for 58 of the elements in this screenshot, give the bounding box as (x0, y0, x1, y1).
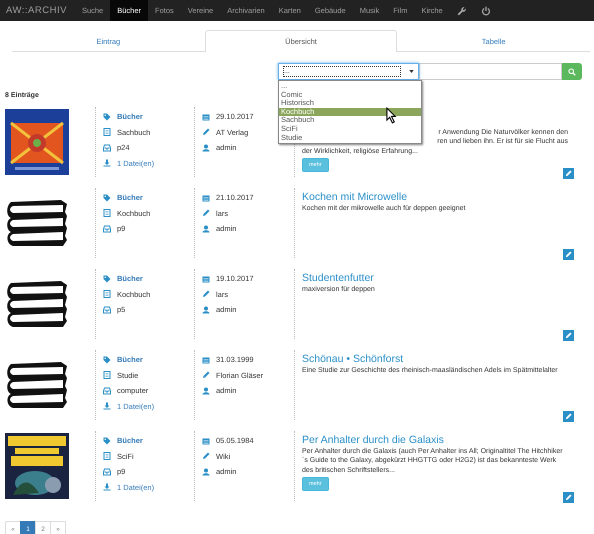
power-icon[interactable] (480, 6, 491, 16)
calendar-icon (202, 194, 210, 202)
books-icon (5, 279, 69, 329)
inbox-icon (103, 386, 111, 395)
edit-button[interactable] (563, 249, 574, 260)
search-field[interactable] (419, 63, 562, 80)
book-icon (103, 290, 111, 298)
pencil-icon (565, 251, 572, 258)
download-icon (103, 483, 111, 492)
calendar-icon (202, 356, 210, 364)
edit-button[interactable] (563, 492, 574, 503)
book-icon (103, 128, 111, 136)
tag-icon (103, 112, 111, 121)
brand-logo[interactable]: AW::ARCHIV (6, 5, 67, 16)
user-icon (202, 306, 210, 314)
books-icon (5, 360, 69, 410)
wrench-icon[interactable] (456, 6, 467, 16)
user-icon (202, 224, 210, 233)
book-icon (103, 452, 111, 460)
book-icon (103, 371, 111, 380)
caret-icon (409, 70, 414, 73)
tag-icon (103, 356, 111, 364)
pencil-icon (565, 332, 572, 339)
cursor-icon (386, 107, 397, 124)
pencil-icon (202, 452, 210, 460)
calendar-icon (202, 274, 210, 283)
user-icon (202, 468, 210, 476)
edit-button[interactable] (563, 330, 574, 341)
user-icon (202, 386, 210, 395)
entry-title[interactable]: Per Anhalter durch die Galaxis (302, 433, 568, 447)
user-icon (202, 144, 210, 152)
entry-title[interactable]: Schönau • Schönforst (302, 352, 568, 366)
search-button[interactable] (562, 63, 582, 80)
pencil-icon (202, 128, 210, 136)
download-icon (103, 159, 111, 168)
inbox-icon (103, 306, 111, 314)
calendar-icon (202, 436, 210, 445)
pencil-icon (202, 209, 210, 218)
tag-icon (103, 274, 111, 283)
edit-button[interactable] (563, 168, 574, 179)
entry-title[interactable]: Kochen mit Microwelle (302, 190, 568, 204)
books-icon (5, 198, 69, 248)
pencil-icon (565, 494, 572, 501)
calendar-icon (202, 112, 210, 121)
edit-button[interactable] (563, 411, 574, 422)
search-icon (568, 68, 576, 76)
download-icon (103, 402, 111, 410)
book-icon (103, 209, 111, 218)
pencil-icon (565, 413, 572, 420)
inbox-icon (103, 468, 111, 476)
tag-icon (103, 436, 111, 445)
pencil-icon (202, 371, 210, 380)
inbox-icon (103, 224, 111, 233)
pencil-icon (565, 170, 572, 177)
inbox-icon (103, 144, 111, 152)
tag-icon (103, 194, 111, 202)
pencil-icon (202, 290, 210, 298)
entry-title[interactable]: Studentenfutter (302, 271, 568, 285)
